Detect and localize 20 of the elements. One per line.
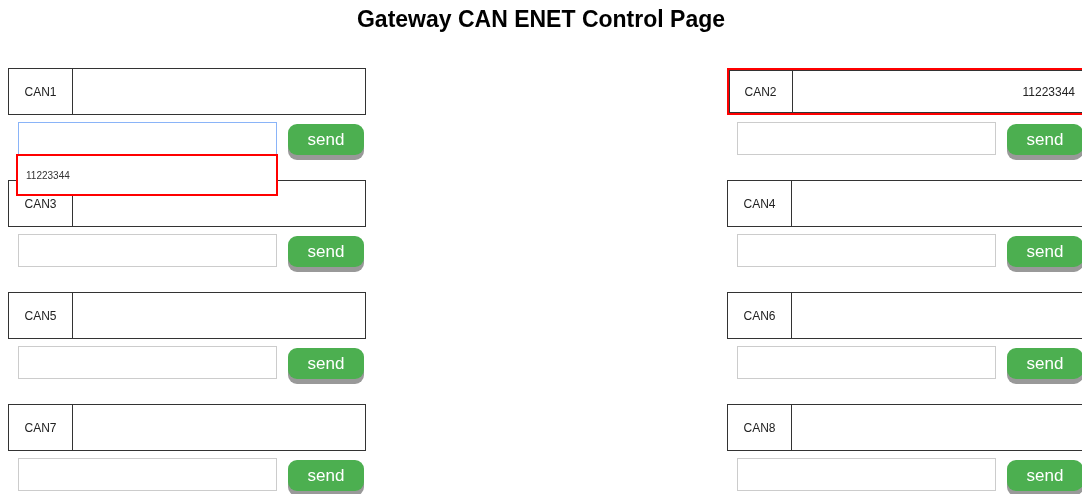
channel-label: CAN7	[9, 405, 73, 450]
channel-label: CAN2	[729, 70, 793, 113]
message-input[interactable]	[737, 122, 996, 155]
message-input[interactable]	[18, 458, 277, 491]
channel-label: CAN4	[728, 181, 792, 226]
message-input[interactable]	[18, 346, 277, 379]
message-input[interactable]	[18, 122, 277, 155]
channel-label: CAN6	[728, 293, 792, 338]
message-input[interactable]	[737, 346, 996, 379]
message-input[interactable]	[18, 234, 277, 267]
page-title: Gateway CAN ENET Control Page	[355, 5, 727, 34]
send-button[interactable]: send	[1007, 460, 1082, 491]
channel-label: CAN5	[9, 293, 73, 338]
channel-label: CAN8	[728, 405, 792, 450]
channel-value: 11223344	[1021, 84, 1076, 99]
message-input[interactable]	[737, 234, 996, 267]
send-button[interactable]: send	[288, 460, 364, 491]
autocomplete-suggestion[interactable]: 11223344	[16, 154, 278, 196]
channel-label: CAN1	[9, 69, 73, 114]
message-input[interactable]	[737, 458, 996, 491]
